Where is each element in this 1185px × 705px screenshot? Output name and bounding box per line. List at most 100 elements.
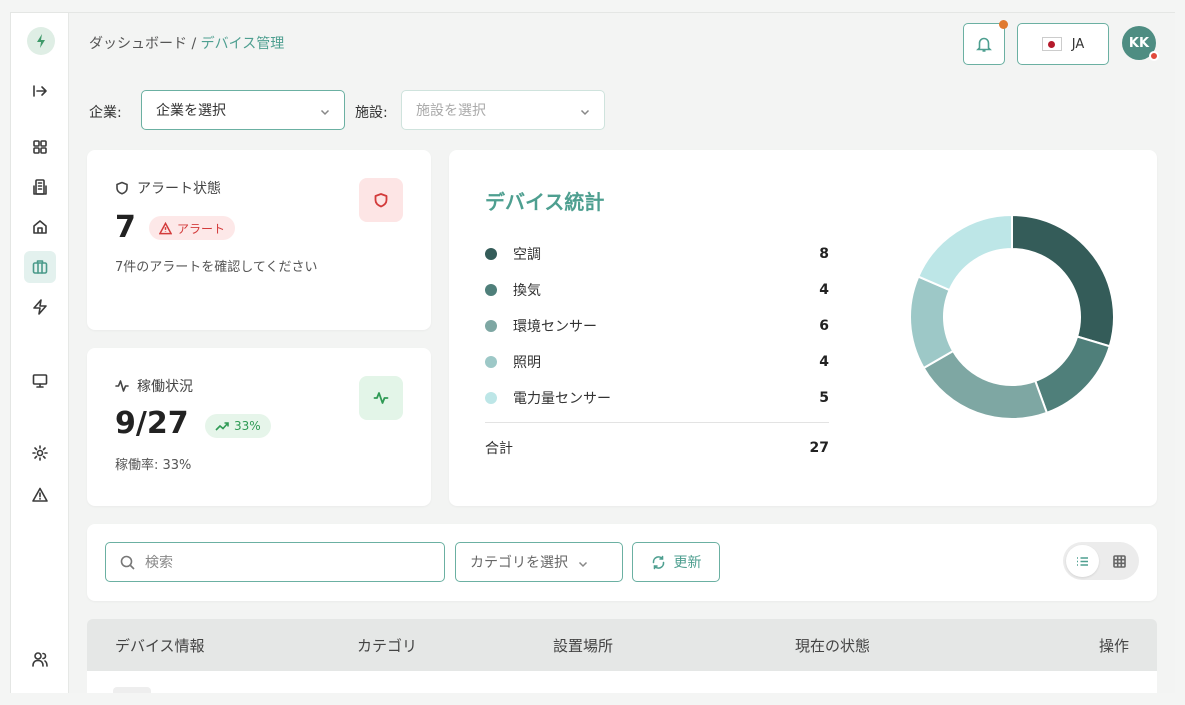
home-icon xyxy=(33,220,47,234)
alert-card-title: アラート状態 xyxy=(115,178,221,198)
legend-value: 6 xyxy=(819,318,829,334)
refresh-button[interactable]: 更新 xyxy=(632,542,720,582)
column-category[interactable]: カテゴリ xyxy=(357,635,417,656)
sidebar-item-users[interactable] xyxy=(24,643,56,675)
company-filter-label: 企業: xyxy=(89,105,122,121)
sidebar-item-settings[interactable] xyxy=(24,437,56,469)
alert-badge: アラート xyxy=(149,216,236,240)
alert-badge-label: アラート xyxy=(177,221,226,236)
legend-dot xyxy=(485,320,497,332)
sidebar-item-facilities[interactable] xyxy=(24,211,56,243)
device-stats-total-row: 合計 27 xyxy=(485,422,829,462)
alert-status-card: アラート状態 7 アラート 7件のアラートを確認してください xyxy=(87,150,431,330)
legend-dot xyxy=(485,248,497,260)
legend-label: 換気 xyxy=(513,283,541,299)
shield-icon xyxy=(374,193,388,208)
sidebar-item-companies[interactable] xyxy=(24,171,56,203)
activity-icon xyxy=(115,380,129,392)
facility-select[interactable]: 施設を選択 xyxy=(401,90,605,130)
chevron-down-icon xyxy=(320,105,330,116)
company-select-value: 企業を選択 xyxy=(156,103,226,119)
donut-slice[interactable] xyxy=(922,349,1049,420)
device-toolbar: 検索 カテゴリを選択 更新 xyxy=(87,524,1157,601)
app-window: ダッシュボード / デバイス管理 JA KK 企業: 企業を選択 施設: 施設を… xyxy=(10,12,1175,693)
chevron-down-icon xyxy=(578,557,588,568)
operation-trend-badge: 33% xyxy=(205,414,271,438)
sidebar-collapse-button[interactable] xyxy=(24,75,56,107)
avatar[interactable]: KK xyxy=(1122,26,1159,61)
sidebar-item-energy[interactable] xyxy=(24,291,56,323)
legend-value: 4 xyxy=(819,354,829,370)
logo-icon xyxy=(37,34,45,48)
language-label: JA xyxy=(1071,36,1085,52)
total-value: 27 xyxy=(809,439,829,456)
legend-label: 環境センサー xyxy=(513,319,597,335)
device-table-header: デバイス情報 カテゴリ 設置場所 現在の状態 操作 xyxy=(87,619,1157,671)
legend-dot xyxy=(485,284,497,296)
table-grid-icon xyxy=(1113,554,1126,568)
grid-view-button[interactable] xyxy=(1103,545,1136,577)
facility-filter-label: 施設: xyxy=(355,105,388,121)
sidebar-item-monitor[interactable] xyxy=(24,365,56,397)
notification-dot xyxy=(999,20,1008,29)
breadcrumb-separator: / xyxy=(187,36,201,52)
grid-icon xyxy=(33,140,47,154)
facility-select-placeholder: 施設を選択 xyxy=(416,103,486,119)
donut-slice[interactable] xyxy=(909,275,955,370)
refresh-label: 更新 xyxy=(673,555,702,571)
column-location[interactable]: 設置場所 xyxy=(553,635,613,656)
monitor-icon xyxy=(32,374,48,388)
sidebar-item-dashboard[interactable] xyxy=(24,131,56,163)
company-select[interactable]: 企業を選択 xyxy=(141,90,345,130)
bell-icon xyxy=(976,37,992,52)
device-thumbnail xyxy=(113,687,151,693)
list-icon xyxy=(1077,556,1088,566)
sidebar xyxy=(11,13,69,693)
legend-dot xyxy=(485,356,497,368)
column-current-status[interactable]: 現在の状態 xyxy=(795,635,870,656)
list-view-button[interactable] xyxy=(1066,545,1099,577)
language-selector[interactable]: JA xyxy=(1017,23,1109,65)
collapse-sidebar-icon xyxy=(33,85,47,97)
donut-slice[interactable] xyxy=(917,213,1013,292)
donut-slice[interactable] xyxy=(1011,213,1115,348)
legend-label: 照明 xyxy=(513,355,541,371)
japan-flag-icon xyxy=(1041,37,1062,51)
operation-card-title: 稼働状況 xyxy=(115,376,193,396)
shield-icon xyxy=(116,181,128,195)
app-logo[interactable] xyxy=(27,27,55,55)
search-input[interactable]: 検索 xyxy=(105,542,445,582)
legend-item: 照明 4 xyxy=(485,344,829,380)
device-donut-chart xyxy=(909,213,1115,420)
operation-card-title-text: 稼働状況 xyxy=(137,379,193,395)
legend-dot xyxy=(485,392,497,404)
total-label: 合計 xyxy=(485,440,513,457)
alert-card-title-text: アラート状態 xyxy=(137,181,221,197)
legend-label: 空調 xyxy=(513,247,541,263)
table-row[interactable] xyxy=(87,671,1157,693)
view-toggle xyxy=(1063,542,1139,580)
trending-up-icon xyxy=(215,422,229,431)
column-device-info[interactable]: デバイス情報 xyxy=(115,635,205,656)
activity-icon xyxy=(373,392,389,404)
sidebar-item-alerts[interactable] xyxy=(24,479,56,511)
search-icon xyxy=(120,555,135,570)
donut-slice[interactable] xyxy=(1033,335,1111,415)
breadcrumb-root[interactable]: ダッシュボード xyxy=(89,36,187,52)
settings-icon xyxy=(32,445,48,461)
device-stats-card: デバイス統計 空調 8 換気 4 環境センサー 6 照明 4 電力量センサー 5 合計 27 xyxy=(449,150,1157,506)
briefcase-icon xyxy=(32,260,48,274)
alert-triangle-icon xyxy=(32,487,48,502)
category-select[interactable]: カテゴリを選択 xyxy=(455,542,623,582)
sidebar-item-devices[interactable] xyxy=(24,251,56,283)
operation-trend-label: 33% xyxy=(234,419,261,433)
operation-rate: 稼働率: 33% xyxy=(115,458,192,473)
operation-value: 9/27 xyxy=(115,406,189,441)
legend-label: 電力量センサー xyxy=(513,391,611,407)
notifications-button[interactable] xyxy=(963,20,1008,65)
activity-badge xyxy=(359,376,403,420)
legend-item: 換気 4 xyxy=(485,272,829,308)
legend-item: 電力量センサー 5 xyxy=(485,380,829,416)
users-icon xyxy=(32,652,48,667)
refresh-icon xyxy=(652,555,664,569)
